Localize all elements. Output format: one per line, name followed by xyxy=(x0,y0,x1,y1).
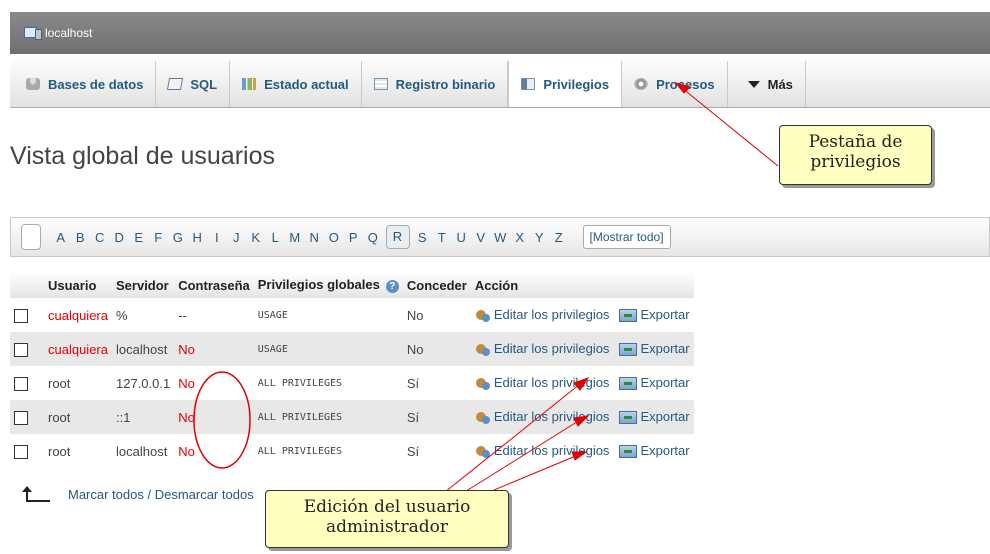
admin-edit-callout: Edición del usuario administrador xyxy=(265,490,509,548)
arrowhead xyxy=(573,415,590,427)
callout-line: Pestaña de xyxy=(808,132,903,152)
arrow-to-privileges-tab xyxy=(681,87,779,167)
arrow-edit-row-2 xyxy=(454,419,581,499)
arrowhead xyxy=(571,451,588,461)
callout-line: administrador xyxy=(325,517,449,538)
password-highlight-circle xyxy=(193,371,251,469)
privileges-tab-callout: Pestaña de privilegios xyxy=(779,125,932,185)
callout-line: Edición del usuario xyxy=(303,497,471,517)
arrowhead xyxy=(674,82,691,94)
callout-line: privilegios xyxy=(810,152,901,173)
arrow-edit-row-1 xyxy=(439,383,581,497)
annotation-layer xyxy=(193,82,779,501)
arrowhead xyxy=(573,377,590,391)
